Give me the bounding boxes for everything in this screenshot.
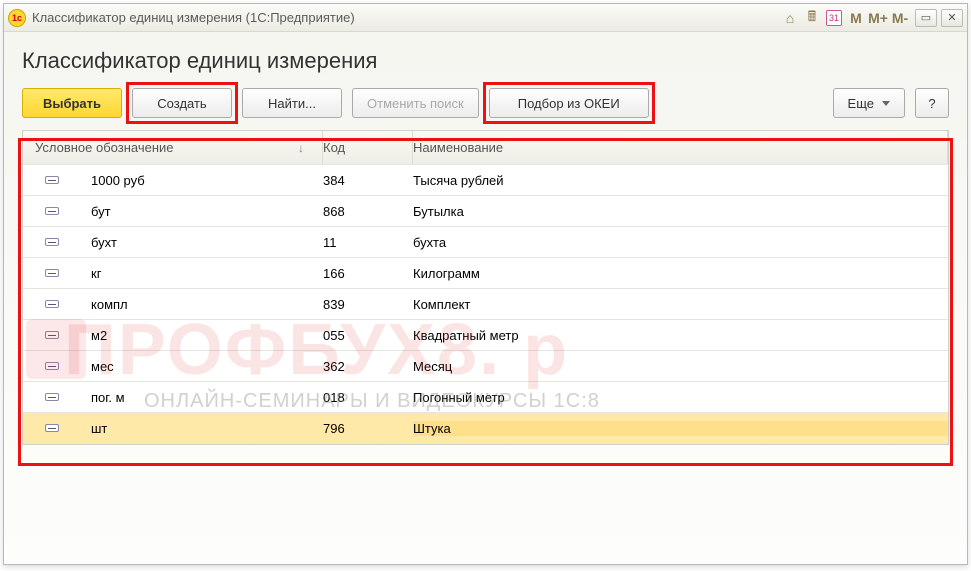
table-row[interactable]: кг 166Килограмм (23, 258, 948, 289)
window-title: Классификатор единиц измерения (1С:Предп… (32, 10, 355, 25)
cell-symbol: шт (91, 421, 107, 436)
close-button[interactable]: ✕ (941, 9, 963, 27)
more-button[interactable]: Еще (833, 88, 905, 118)
from-okei-button[interactable]: Подбор из ОКЕИ (489, 88, 649, 118)
table-row[interactable]: м2 055Квадратный метр (23, 320, 948, 351)
cell-name: Погонный метр (413, 390, 948, 405)
calendar-icon[interactable]: 31 (823, 8, 845, 28)
table-row[interactable]: мес 362Месяц (23, 351, 948, 382)
table-row[interactable]: пог. м 018Погонный метр (23, 382, 948, 413)
cell-name: Бутылка (413, 204, 948, 219)
cell-name: Квадратный метр (413, 328, 948, 343)
row-marker-icon (45, 269, 59, 277)
row-marker-icon (45, 331, 59, 339)
titlebar: 1c Классификатор единиц измерения (1С:Пр… (4, 4, 967, 32)
cell-name: Тысяча рублей (413, 173, 948, 188)
cell-name: бухта (413, 235, 948, 250)
select-button[interactable]: Выбрать (22, 88, 122, 118)
create-button[interactable]: Создать (132, 88, 232, 118)
cell-symbol: м2 (91, 328, 107, 343)
app-icon: 1c (8, 9, 26, 27)
cell-name: Комплект (413, 297, 948, 312)
table-body: 1000 руб 384Тысяча рублей бут 868Бутылка бух… (23, 165, 948, 444)
cell-code: 796 (323, 421, 413, 436)
row-marker-icon (45, 393, 59, 401)
cell-symbol: кг (91, 266, 101, 281)
cell-code: 11 (323, 235, 413, 250)
help-button[interactable]: ? (915, 88, 949, 118)
col-header-code[interactable]: Код (323, 131, 413, 164)
minimize-button[interactable]: ▭ (915, 9, 937, 27)
cell-symbol: пог. м (91, 390, 125, 405)
row-marker-icon (45, 238, 59, 246)
cell-code: 868 (323, 204, 413, 219)
cell-name: Килограмм (413, 266, 948, 281)
cell-symbol: компл (91, 297, 128, 312)
cell-symbol: 1000 руб (91, 173, 145, 188)
cell-name: Месяц (413, 359, 948, 374)
table-row[interactable]: бухт 11бухта (23, 227, 948, 258)
memory-m-button[interactable]: M (845, 8, 867, 28)
cell-symbol: мес (91, 359, 114, 374)
row-marker-icon (45, 424, 59, 432)
row-marker-icon (45, 207, 59, 215)
memory-mplus-button[interactable]: M+ (867, 8, 889, 28)
table-row[interactable]: компл 839Комплект (23, 289, 948, 320)
memory-mminus-button[interactable]: M- (889, 8, 911, 28)
cell-symbol: бут (91, 204, 111, 219)
table: Условное обозначение ↓ Код Наименование … (22, 130, 949, 445)
cell-code: 018 (323, 390, 413, 405)
cancel-search-button[interactable]: Отменить поиск (352, 88, 479, 118)
col-header-name[interactable]: Наименование (413, 131, 948, 164)
row-marker-icon (45, 362, 59, 370)
cell-code: 839 (323, 297, 413, 312)
cell-name: Штука (413, 421, 948, 436)
cell-code: 362 (323, 359, 413, 374)
cell-code: 055 (323, 328, 413, 343)
cell-code: 384 (323, 173, 413, 188)
row-marker-icon (45, 300, 59, 308)
table-header: Условное обозначение ↓ Код Наименование (23, 131, 948, 165)
home-icon[interactable]: ⌂ (779, 8, 801, 28)
page-title: Классификатор единиц измерения (22, 48, 949, 74)
cell-code: 166 (323, 266, 413, 281)
table-row[interactable]: шт 796Штука (23, 413, 948, 444)
window: 1c Классификатор единиц измерения (1С:Пр… (3, 3, 968, 565)
sort-indicator-icon: ↓ (298, 141, 304, 155)
content-area: Классификатор единиц измерения Выбрать С… (4, 32, 967, 457)
calculator-icon[interactable]: 🖩 (801, 8, 823, 28)
table-row[interactable]: бут 868Бутылка (23, 196, 948, 227)
cell-symbol: бухт (91, 235, 117, 250)
row-marker-icon (45, 176, 59, 184)
col-header-symbol[interactable]: Условное обозначение ↓ (23, 131, 323, 164)
toolbar: Выбрать Создать Найти... Отменить поиск … (22, 88, 949, 118)
find-button[interactable]: Найти... (242, 88, 342, 118)
table-row[interactable]: 1000 руб 384Тысяча рублей (23, 165, 948, 196)
